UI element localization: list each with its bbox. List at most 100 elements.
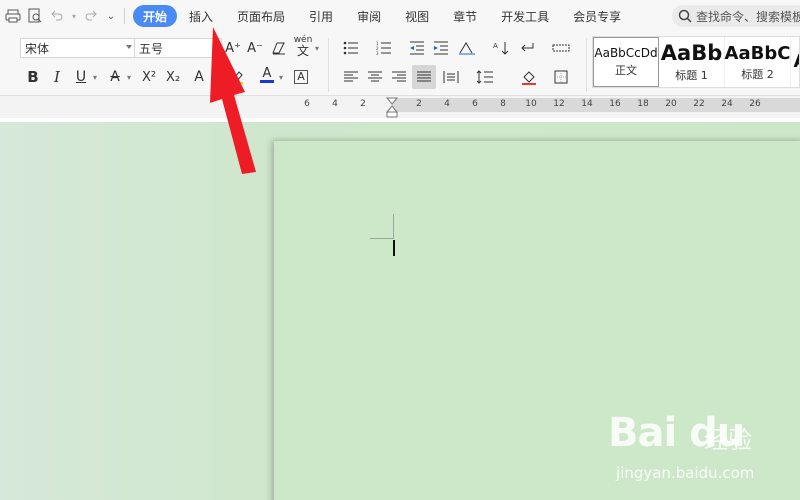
ruler-tick-label: 10	[525, 99, 537, 109]
ribbon-toolbar: 宋体 五号 A⁺ A⁻ wén 文 ▾ B I U ▾ A ▾ X² X₂ A …	[0, 32, 800, 96]
indent-marker-icon[interactable]	[386, 97, 398, 119]
style-heading-3[interactable]: A	[791, 37, 799, 87]
increase-indent-icon[interactable]	[430, 37, 452, 59]
font-color-button[interactable]: A	[256, 64, 278, 86]
ruler-tick-label: 8	[500, 99, 506, 109]
style-sample: A	[794, 51, 799, 72]
line-spacing-icon[interactable]	[474, 66, 496, 88]
baidu-jingyan-watermark: Bai du 经验 jingyan.baidu.com	[608, 410, 778, 490]
tab-references[interactable]: 引用	[297, 5, 345, 27]
phonetic-guide-button[interactable]: wén 文	[292, 35, 314, 57]
style-heading-2[interactable]: AaBbC 标题 2	[725, 37, 791, 87]
search-icon	[678, 9, 692, 23]
clear-format-icon[interactable]	[268, 37, 290, 59]
search-placeholder: 查找命令、搜索模板	[696, 9, 800, 24]
style-name: 标题 2	[741, 67, 774, 81]
subscript-button[interactable]: X₂	[162, 66, 184, 88]
distributed-align-icon[interactable]	[440, 66, 462, 88]
tab-page-layout[interactable]: 页面布局	[225, 5, 297, 27]
ruler-tick-label: 4	[332, 99, 338, 109]
customize-quick-access-icon[interactable]: ⌄	[102, 5, 120, 27]
decrease-indent-icon[interactable]	[406, 37, 428, 59]
shrink-font-button[interactable]: A⁻	[244, 37, 266, 59]
align-center-icon[interactable]	[364, 66, 386, 88]
command-search-input[interactable]: 查找命令、搜索模板	[672, 5, 800, 27]
text-direction-icon[interactable]	[456, 37, 478, 59]
ruler-tick-label: 12	[553, 99, 565, 109]
align-right-icon[interactable]	[388, 66, 410, 88]
print-icon[interactable]	[2, 5, 24, 27]
style-sample: AaBb	[660, 41, 723, 65]
ruler-tick-label: 20	[665, 99, 677, 109]
page-margin-corner	[393, 214, 394, 239]
numbered-list-icon[interactable]: 123	[373, 37, 395, 59]
text-effect-button[interactable]: A	[188, 66, 210, 88]
underline-dropdown-icon[interactable]: ▾	[90, 66, 100, 88]
tab-home[interactable]: 开始	[133, 5, 178, 27]
print-preview-icon[interactable]	[24, 5, 46, 27]
line-break-icon[interactable]	[516, 37, 538, 59]
phonetic-dropdown-icon[interactable]: ▾	[312, 37, 322, 59]
tab-view[interactable]: 视图	[393, 5, 441, 27]
undo-icon[interactable]	[46, 5, 68, 27]
char-border-letter: A	[294, 70, 308, 84]
align-left-icon[interactable]	[340, 66, 362, 88]
sort-icon[interactable]: A	[490, 37, 512, 59]
style-name: 标题 1	[675, 69, 708, 82]
font-color-swatch	[260, 80, 274, 83]
menu-bar: ▾ ⌄ 开始 插入 页面布局 引用 审阅 视图 章节 开发工具 会员专享 查找命…	[0, 0, 800, 32]
ruler-tick-label: 22	[693, 99, 705, 109]
char-border-button[interactable]: A	[290, 66, 312, 88]
chevron-down-icon	[212, 45, 218, 49]
phonetic-char-icon: 文	[296, 43, 309, 58]
ruler-tick-label: 14	[581, 99, 593, 109]
style-name: 正文	[615, 64, 637, 77]
svg-text:3: 3	[376, 51, 379, 55]
tab-member[interactable]: 会员专享	[561, 5, 633, 27]
ruler-tick-label: 4	[444, 99, 450, 109]
shading-icon[interactable]	[518, 66, 540, 88]
ruler-tick-label: 16	[609, 99, 621, 109]
italic-button[interactable]: I	[46, 66, 68, 88]
font-name-value: 宋体	[25, 41, 50, 56]
superscript-button[interactable]: X²	[138, 66, 160, 88]
font-color-dropdown-icon[interactable]: ▾	[276, 66, 286, 88]
strikethrough-dropdown-icon[interactable]: ▾	[124, 66, 134, 88]
font-color-letter: A	[262, 66, 272, 81]
undo-dropdown-icon[interactable]: ▾	[68, 5, 80, 27]
grow-font-button[interactable]: A⁺	[222, 37, 244, 59]
style-heading-1[interactable]: AaBb 标题 1	[659, 37, 725, 87]
redo-icon[interactable]	[80, 5, 102, 27]
underline-button[interactable]: U	[70, 66, 92, 88]
tab-insert[interactable]: 插入	[177, 5, 225, 27]
font-size-select[interactable]: 五号	[134, 38, 222, 58]
borders-icon[interactable]	[550, 66, 572, 88]
ruler-tick-label: 6	[304, 99, 310, 109]
text-cursor	[393, 240, 395, 256]
page-margin-corner	[370, 238, 394, 239]
ruler-tick-label: 2	[360, 99, 366, 109]
tab-review[interactable]: 审阅	[345, 5, 393, 27]
ruler-tick-label: 18	[637, 99, 649, 109]
styles-gallery: AaBbCcDd 正文 AaBb 标题 1 AaBbC 标题 2 A	[592, 36, 800, 88]
tab-section[interactable]: 章节	[441, 5, 489, 27]
tab-developer[interactable]: 开发工具	[489, 5, 561, 27]
ruler-tick-label: 24	[721, 99, 733, 109]
chevron-down-icon	[126, 45, 132, 49]
toolbar-separator	[328, 38, 329, 92]
style-sample: AaBbC	[724, 42, 791, 64]
bold-button[interactable]: B	[22, 66, 44, 88]
justify-icon[interactable]	[412, 65, 436, 89]
style-normal[interactable]: AaBbCcDd 正文	[593, 37, 659, 87]
bullet-list-icon[interactable]	[340, 37, 362, 59]
strikethrough-button[interactable]: A	[104, 66, 126, 88]
ruler-tick-label: 2	[416, 99, 422, 109]
show-marks-icon[interactable]	[550, 37, 572, 59]
highlight-icon[interactable]	[226, 66, 248, 88]
watermark-cn: 经验	[704, 426, 752, 454]
svg-text:A: A	[493, 42, 498, 50]
ruler-tick-label: 26	[749, 99, 761, 109]
font-size-value: 五号	[139, 41, 164, 56]
menu-separator	[124, 8, 125, 24]
font-name-select[interactable]: 宋体	[20, 38, 136, 58]
